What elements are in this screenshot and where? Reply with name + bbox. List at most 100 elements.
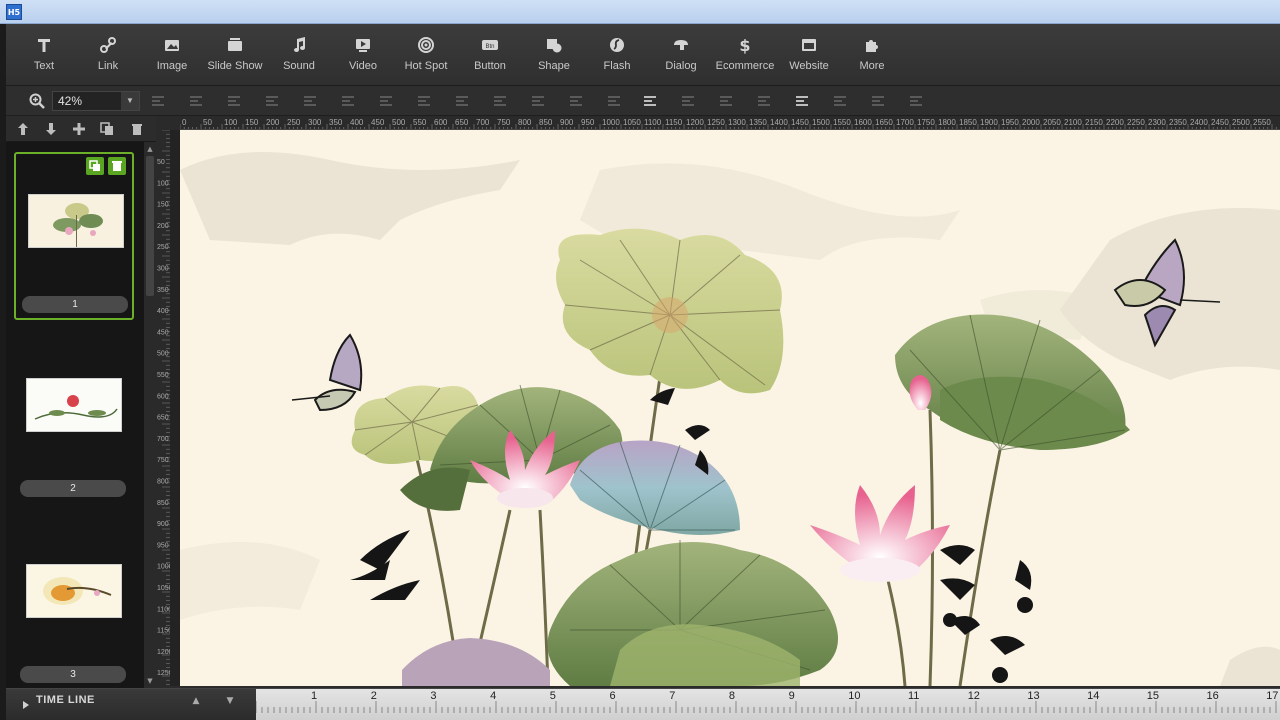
ruler-tick-label: 1550 [833, 118, 851, 127]
ruler-tick-label: 1000 [157, 564, 170, 571]
scrollbar-thumb[interactable] [146, 156, 154, 296]
redo-icon[interactable] [908, 93, 924, 109]
same-size-icon[interactable] [606, 93, 622, 109]
delete-icon[interactable] [832, 93, 848, 109]
arrow-up-icon[interactable] [16, 121, 32, 137]
ruler-tick-label: 900 [157, 521, 169, 528]
ruler-tick-label: 1100 [157, 606, 170, 613]
page-thumbnail[interactable]: 3 [14, 524, 134, 688]
ruler-tick-label: 1100 [644, 118, 662, 127]
paste-icon[interactable] [794, 93, 810, 109]
grid-icon[interactable] [642, 93, 658, 109]
puzzle-icon [840, 35, 904, 55]
title-bar: H5 [0, 0, 1280, 24]
dialog-icon [649, 35, 713, 55]
send-to-back-icon[interactable] [492, 93, 508, 109]
pages-scrollbar[interactable]: ▲ ▼ [144, 142, 156, 688]
copy-icon[interactable] [756, 93, 772, 109]
timeline-second-label: 16 [1206, 690, 1219, 702]
toolbar-button-button[interactable]: Btn Button [458, 24, 522, 84]
toolbar-button-sound[interactable]: Sound [267, 24, 331, 84]
toolbar-button-text[interactable]: Text [12, 24, 76, 84]
toolbar-button-hot-spot[interactable]: Hot Spot [394, 24, 458, 84]
vertical-ruler: 50 100 150 200 250 300 350 400 450 500 550 600 650 70… [156, 130, 170, 686]
play-icon[interactable] [20, 696, 32, 709]
page-preview-image [26, 378, 122, 432]
trash-icon[interactable] [108, 157, 126, 175]
toolbar-button-image[interactable]: Image [140, 24, 204, 84]
align-center-icon[interactable] [188, 93, 204, 109]
design-canvas[interactable] [180, 130, 1280, 686]
ungroup-icon[interactable] [718, 93, 734, 109]
distribute-horizontal-icon[interactable] [530, 93, 546, 109]
ruler-tick-label: 350 [329, 118, 343, 127]
ruler-tick-label: 150 [157, 202, 169, 209]
align-top-icon[interactable] [264, 93, 280, 109]
ruler-tick-label: 1200 [686, 118, 704, 127]
copy-page-icon[interactable] [100, 121, 116, 137]
undo-icon[interactable] [870, 93, 886, 109]
ruler-tick-label: 300 [157, 266, 169, 273]
button-icon: Btn [458, 35, 522, 55]
chevron-down-icon[interactable]: ▼ [121, 92, 139, 110]
bring-forward-icon[interactable] [378, 93, 394, 109]
page-number-label: 3 [20, 666, 126, 683]
toolbar-button-website[interactable]: Website [777, 24, 841, 84]
ruler-tick-label: 900 [560, 118, 574, 127]
ruler-tick-label: 1000 [602, 118, 620, 127]
toolbar-button-video[interactable]: Video [331, 24, 395, 84]
ruler-tick-label: 450 [157, 329, 169, 336]
page-number-label: 1 [22, 296, 128, 313]
pages-panel: 1 2 3 ▲ ▼ [6, 116, 156, 688]
timeline-header: TIME LINE ▲ ▼ [6, 689, 256, 720]
bring-to-front-icon[interactable] [454, 93, 470, 109]
page-thumbnail[interactable]: 2 [14, 338, 134, 506]
ruler-tick-label: 1500 [812, 118, 830, 127]
toolbar-button-flash[interactable]: Flash [585, 24, 649, 84]
ruler-tick-label: 650 [455, 118, 469, 127]
toolbar-button-slide-show[interactable]: Slide Show [203, 24, 267, 84]
distribute-vertical-icon[interactable] [568, 93, 584, 109]
scroll-up-icon[interactable]: ▲ [145, 144, 155, 154]
toolbar-button-dialog[interactable]: Dialog [649, 24, 713, 84]
toolbar-button-shape[interactable]: Shape [522, 24, 586, 84]
timeline-ruler[interactable]: 1 2 3 4 5 6 7 8 9 10 11 12 13 14 15 16 17 [256, 689, 1280, 720]
scroll-down-icon[interactable]: ▼ [145, 676, 155, 686]
ruler-tick-label: 600 [434, 118, 448, 127]
ruler-tick-label: 1300 [728, 118, 746, 127]
group-icon[interactable] [680, 93, 696, 109]
link-icon [76, 35, 140, 55]
add-page-icon[interactable] [72, 121, 88, 137]
zoom-icon[interactable] [28, 92, 46, 110]
timeline-second-label: 15 [1146, 690, 1160, 702]
timeline-down-icon[interactable]: ▼ [224, 696, 236, 708]
ruler-tick-label: 1900 [980, 118, 998, 127]
timeline-up-icon[interactable]: ▲ [190, 696, 202, 708]
send-backward-icon[interactable] [416, 93, 432, 109]
align-bottom-icon[interactable] [340, 93, 356, 109]
ruler-tick-label: 200 [157, 223, 169, 230]
timeline-title: TIME LINE [36, 694, 95, 706]
ruler-tick-label: 550 [157, 372, 169, 379]
large-green-lotus-leaf [547, 540, 838, 686]
toolbar-button-more[interactable]: More [840, 24, 904, 84]
trash-icon[interactable] [130, 121, 146, 137]
page-thumbnail[interactable]: 1 [14, 152, 134, 320]
align-middle-icon[interactable] [302, 93, 318, 109]
align-right-icon[interactable] [226, 93, 242, 109]
align-left-icon[interactable] [150, 93, 166, 109]
ruler-tick-label: 850 [157, 500, 169, 507]
zoom-select[interactable]: 42% ▼ [52, 91, 140, 111]
ruler-tick-label: 400 [157, 308, 169, 315]
ruler-tick-label: 150 [245, 118, 259, 127]
duplicate-icon[interactable] [86, 157, 104, 175]
timeline-panel: TIME LINE ▲ ▼ 1 2 3 4 5 6 7 8 9 10 11 12 13 14 15 16 17 [6, 688, 1280, 720]
music-note-icon [267, 35, 331, 55]
timeline-second-label: 9 [788, 690, 795, 702]
arrow-down-icon[interactable] [44, 121, 60, 137]
timeline-second-label: 2 [370, 690, 377, 702]
ruler-tick-label: 50 [157, 159, 165, 166]
pages-toolbar [6, 116, 156, 142]
toolbar-button-link[interactable]: Link [76, 24, 140, 84]
toolbar-button-ecommerce[interactable]: $ Ecommerce [713, 24, 777, 84]
